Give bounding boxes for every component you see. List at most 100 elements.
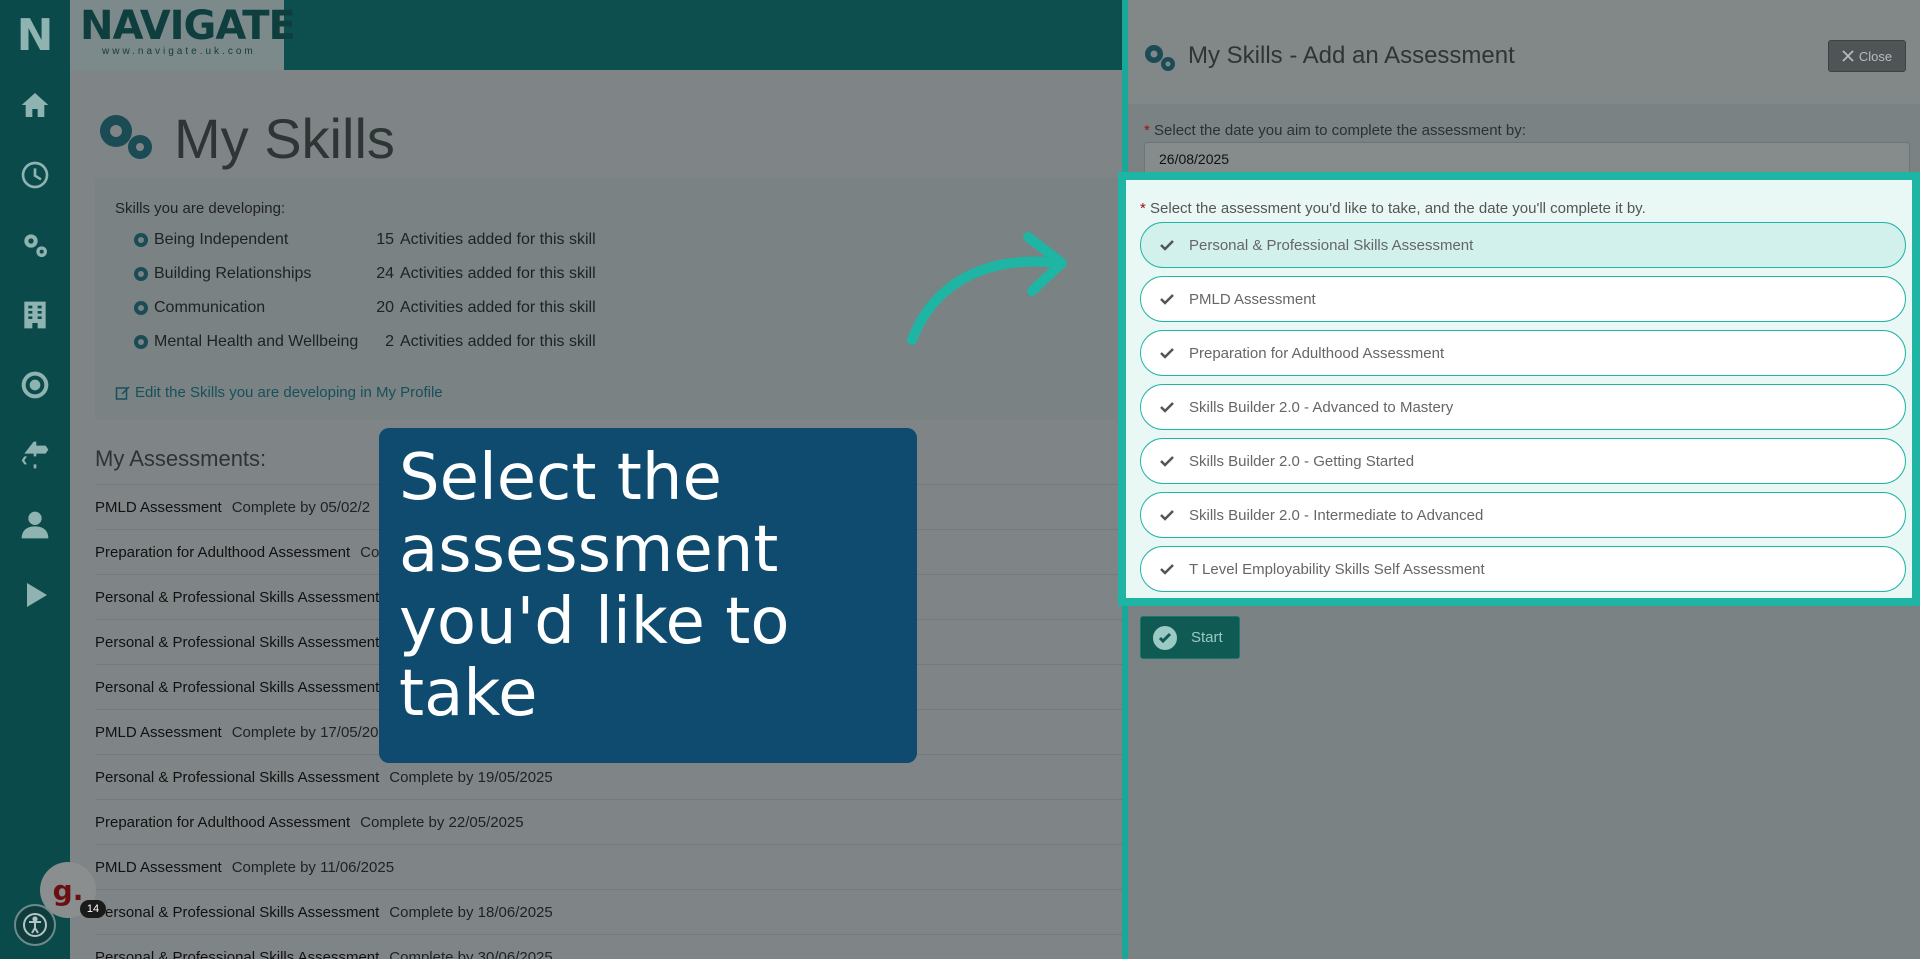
assessment-option[interactable]: Skills Builder 2.0 - Getting Started [1140,438,1906,484]
brand-name: NAVIGATE [80,3,296,49]
target-icon [21,371,49,399]
skill-count: 20 [376,299,394,316]
assessment-name: PMLD Assessment [95,858,222,876]
skill-suffix: Activities added for this skill [400,299,596,316]
assessment-name: PMLD Assessment [95,723,222,741]
play-icon [27,583,47,607]
assessments-heading: My Assessments: [95,446,267,471]
nav-goals[interactable] [0,350,70,420]
skill-name: Communication [154,299,266,316]
assessment-option[interactable]: PMLD Assessment [1140,276,1906,322]
skill-name: Mental Health and Wellbeing [154,333,359,350]
nav-profile[interactable] [0,490,70,560]
check-icon [1160,240,1174,251]
assessment-due: Complete by 17/05/20 [231,723,379,741]
sidebar-logo[interactable]: N [0,0,70,70]
skill-count: 2 [385,333,394,350]
nav-videos[interactable] [0,560,70,630]
nav-employers[interactable] [0,280,70,350]
top-bar: NAVIGATE www.navigate.uk.com [70,0,1122,70]
start-button[interactable]: Start [1140,616,1240,659]
assessment-selection-highlight: * Select the assessment you'd like to ta… [1118,172,1920,606]
skill-suffix: Activities added for this skill [400,333,596,350]
nav-history[interactable] [0,140,70,210]
signpost-icon [21,441,49,469]
callout-text: Select the assessment you'd like to take [399,441,790,731]
gears-icon [24,234,47,257]
clock-icon [21,161,49,189]
assessment-name: Personal & Professional Skills Assessmen… [95,678,380,696]
assessment-option[interactable]: Personal & Professional Skills Assessmen… [1140,222,1906,268]
gears-icon [94,109,156,168]
skill-suffix: Activities added for this skill [400,265,596,282]
assessment-name: Personal & Professional Skills Assessmen… [95,588,380,606]
gear-icon [134,301,148,315]
check-circle-icon [1153,625,1177,650]
required-mark: * [1144,122,1150,139]
skills-heading: Skills you are developing: [115,200,286,217]
skill-row[interactable]: Communication 20 Activities added for th… [133,298,596,318]
accessibility-icon [23,913,47,937]
skill-row[interactable]: Building Relationships 24 Activities add… [133,264,596,284]
assessment-name: Personal & Professional Skills Assessmen… [95,633,380,651]
edit-skills-link[interactable]: Edit the Skills you are developing in My… [115,384,443,401]
brand-logo[interactable]: NAVIGATE www.navigate.uk.com [70,0,296,70]
close-button[interactable]: Close [1828,40,1906,72]
edit-skills-label: Edit the Skills you are developing in My… [135,384,443,401]
assessment-name: PMLD Assessment [95,498,222,516]
assessment-option-label: Preparation for Adulthood Assessment [1189,344,1445,362]
table-row[interactable]: Personal & Professional Skills Assessmen… [95,889,1135,934]
assessment-due: Co [360,543,380,561]
person-icon [21,511,49,539]
check-icon [1160,348,1174,359]
assessment-field-label: * Select the assessment you'd like to ta… [1140,200,1646,217]
check-icon [1160,294,1174,305]
assessment-option-label: T Level Employability Skills Self Assess… [1189,560,1485,578]
assessment-name: Personal & Professional Skills Assessmen… [95,948,380,959]
brand-url: www.navigate.uk.com [102,46,256,57]
skill-name: Being Independent [154,231,289,248]
assessment-option[interactable]: Skills Builder 2.0 - Intermediate to Adv… [1140,492,1906,538]
assessment-due: Complete by 22/05/2025 [360,813,524,831]
close-label: Close [1858,48,1893,64]
assessment-option[interactable]: Skills Builder 2.0 - Advanced to Mastery [1140,384,1906,430]
assessment-name: Personal & Professional Skills Assessmen… [95,903,380,921]
table-row[interactable]: PMLD Assessment Complete by 11/06/2025 [95,844,1135,889]
gear-icon [134,233,148,247]
table-row[interactable]: Personal & Professional Skills Assessmen… [95,934,1135,959]
skill-row[interactable]: Being Independent 15 Activities added fo… [133,230,596,250]
gear-icon [134,335,148,349]
assessment-option-label: Personal & Professional Skills Assessmen… [1189,236,1474,254]
table-row[interactable]: Preparation for Adulthood Assessment Comp… [95,799,1135,844]
edit-icon [115,385,130,400]
assessment-due: Complete by 05/02/2 [231,498,371,516]
assessment-due: Complete by 18/06/2025 [389,903,553,921]
skill-name: Building Relationships [154,265,312,282]
page-title: My Skills [174,107,395,170]
assessment-option-label: PMLD Assessment [1189,290,1316,308]
assessment-option[interactable]: T Level Employability Skills Self Assess… [1140,546,1906,592]
skill-row[interactable]: Mental Health and Wellbeing 2 Activities… [133,332,596,352]
check-icon [1160,564,1174,575]
assessment-option-label: Skills Builder 2.0 - Advanced to Mastery [1189,398,1454,416]
close-icon [1842,50,1854,62]
nav-pathways[interactable] [0,420,70,490]
skill-suffix: Activities added for this skill [400,231,596,248]
assessment-name: Preparation for Adulthood Assessment [95,813,351,831]
assessment-option[interactable]: Preparation for Adulthood Assessment [1140,330,1906,376]
building-icon [24,301,46,329]
accessibility-button[interactable] [14,904,56,946]
panel-title: My Skills - Add an Assessment [1188,42,1515,69]
assessment-due: Complete by 30/06/2025 [389,948,553,959]
page-header: My Skills [94,106,395,171]
skill-count: 24 [376,265,394,282]
assessment-label-text: Select the assessment you'd like to take… [1150,200,1646,217]
assessment-option-label: Skills Builder 2.0 - Intermediate to Adv… [1189,506,1484,524]
assessment-name: Preparation for Adulthood Assessment [95,543,351,561]
assessment-name: Personal & Professional Skills Assessmen… [95,768,380,786]
nav-home[interactable] [0,70,70,140]
panel-header: My Skills - Add an Assessment Close [1128,0,1920,104]
nav-skills[interactable] [0,210,70,280]
assessment-due: Complete by 19/05/2025 [389,768,553,786]
gear-icon [134,267,148,281]
